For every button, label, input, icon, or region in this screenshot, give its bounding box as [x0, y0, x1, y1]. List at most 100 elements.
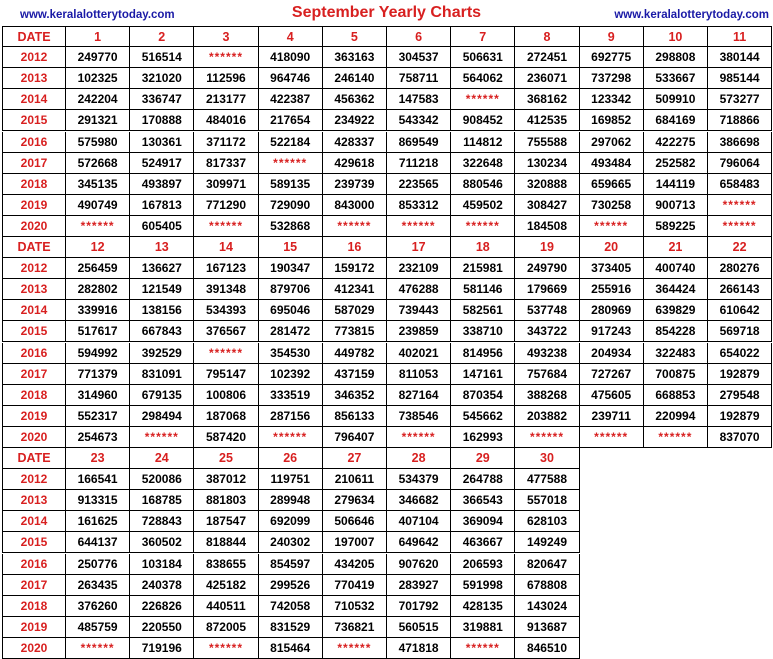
- result-cell: 679135: [130, 384, 195, 406]
- result-cell: 147583: [387, 89, 452, 111]
- result-cell: 831529: [258, 616, 323, 638]
- result-cell: ******: [579, 426, 644, 448]
- result-cell: 985144: [708, 68, 773, 90]
- result-cell: 190347: [258, 258, 323, 280]
- year-label: 2019: [2, 616, 66, 638]
- day-header: 4: [258, 26, 323, 48]
- year-label: 2012: [2, 47, 66, 69]
- result-cell: 236071: [515, 68, 580, 90]
- result-cell: 282802: [66, 279, 131, 301]
- result-cell: 594992: [66, 342, 131, 364]
- result-cell: 168785: [130, 490, 195, 512]
- result-cell: 475605: [579, 384, 644, 406]
- result-cell: 266143: [708, 279, 773, 301]
- result-cell: 100806: [194, 384, 259, 406]
- year-label: 2017: [2, 574, 66, 596]
- result-cell: 913687: [515, 616, 580, 638]
- result-cell: 459502: [451, 194, 516, 216]
- result-cell: 255916: [579, 279, 644, 301]
- result-cell: 226826: [130, 595, 195, 617]
- day-header: 30: [515, 448, 580, 470]
- result-cell: 552317: [66, 405, 131, 427]
- result-cell: 695046: [258, 300, 323, 322]
- result-cell: 471818: [387, 637, 452, 659]
- day-header: 25: [194, 448, 259, 470]
- year-label: 2019: [2, 194, 66, 216]
- day-header: 17: [387, 237, 452, 259]
- result-cell: 533667: [643, 68, 708, 90]
- result-cell: 366543: [451, 490, 516, 512]
- result-cell: 380144: [708, 47, 773, 69]
- result-cell: 589135: [258, 173, 323, 195]
- result-cell: 242204: [66, 89, 131, 111]
- day-header: 19: [515, 237, 580, 259]
- result-cell: 192879: [708, 405, 773, 427]
- result-cell: 412341: [322, 279, 387, 301]
- day-header: 29: [451, 448, 516, 470]
- year-label: 2014: [2, 511, 66, 533]
- result-cell: 755588: [515, 131, 580, 153]
- result-cell: 522184: [258, 131, 323, 153]
- result-cell: 249770: [66, 47, 131, 69]
- result-cell: 727267: [579, 363, 644, 385]
- date-header: DATE: [2, 26, 66, 48]
- result-cell: 456362: [322, 89, 387, 111]
- result-cell: 907620: [387, 553, 452, 575]
- result-cell: 368162: [515, 89, 580, 111]
- result-cell: 123342: [579, 89, 644, 111]
- day-header: 7: [451, 26, 516, 48]
- result-cell: 517617: [66, 321, 131, 343]
- result-cell: 484016: [194, 110, 259, 132]
- year-label: 2015: [2, 110, 66, 132]
- result-cell: 279634: [322, 490, 387, 512]
- result-cell: ******: [322, 215, 387, 237]
- result-cell: 718866: [708, 110, 773, 132]
- result-cell: 343722: [515, 321, 580, 343]
- day-header: 27: [322, 448, 387, 470]
- result-cell: 197007: [322, 532, 387, 554]
- result-cell: 322648: [451, 152, 516, 174]
- result-cell: 543342: [387, 110, 452, 132]
- date-header: DATE: [2, 237, 66, 259]
- result-cell: 246140: [322, 68, 387, 90]
- result-cell: 299526: [258, 574, 323, 596]
- result-cell: 591998: [451, 574, 516, 596]
- day-header: 16: [322, 237, 387, 259]
- result-cell: 881803: [194, 490, 259, 512]
- result-cell: ******: [258, 426, 323, 448]
- result-cell: 490749: [66, 194, 131, 216]
- site-url-right[interactable]: www.keralalotterytoday.com: [614, 9, 769, 21]
- result-cell: 298808: [643, 47, 708, 69]
- result-cell: 437159: [322, 363, 387, 385]
- result-cell: 736821: [322, 616, 387, 638]
- result-cell: 644137: [66, 532, 131, 554]
- result-cell: 281472: [258, 321, 323, 343]
- result-cell: 831091: [130, 363, 195, 385]
- result-cell: 684169: [643, 110, 708, 132]
- result-cell: 210611: [322, 469, 387, 491]
- result-cell: 264788: [451, 469, 516, 491]
- result-cell: 184508: [515, 215, 580, 237]
- result-cell: 770419: [322, 574, 387, 596]
- year-label: 2015: [2, 532, 66, 554]
- day-header: 28: [387, 448, 452, 470]
- result-cell: 728843: [130, 511, 195, 533]
- result-cell: 964746: [258, 68, 323, 90]
- result-cell: 363163: [322, 47, 387, 69]
- result-cell: 387012: [194, 469, 259, 491]
- result-cell: 252582: [643, 152, 708, 174]
- year-label: 2019: [2, 405, 66, 427]
- result-cell: 400740: [643, 258, 708, 280]
- result-cell: 815464: [258, 637, 323, 659]
- result-cell: 339916: [66, 300, 131, 322]
- result-cell: ******: [194, 47, 259, 69]
- result-cell: 575980: [66, 131, 131, 153]
- result-cell: 422387: [258, 89, 323, 111]
- result-cell: 827164: [387, 384, 452, 406]
- result-cell: 223565: [387, 173, 452, 195]
- result-cell: ******: [451, 637, 516, 659]
- result-cell: 854228: [643, 321, 708, 343]
- year-label: 2017: [2, 152, 66, 174]
- day-header: 12: [66, 237, 131, 259]
- result-cell: 856133: [322, 405, 387, 427]
